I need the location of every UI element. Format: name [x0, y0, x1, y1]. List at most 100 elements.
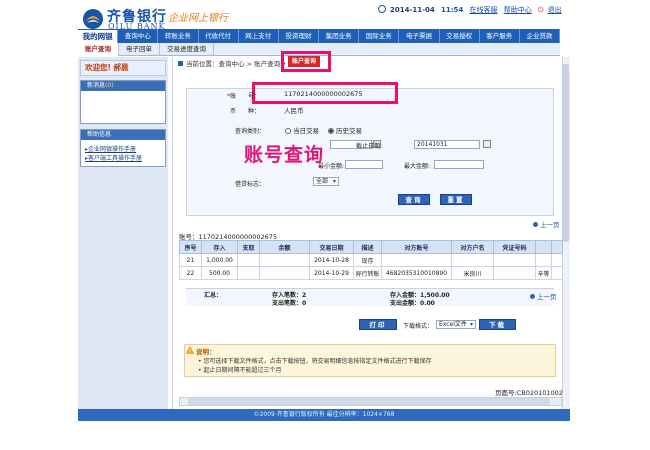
subnav-progress-query[interactable]: 交易进度查询 [160, 43, 214, 56]
download-button[interactable]: 下载 [479, 319, 516, 330]
account-label: *账 号： [226, 93, 260, 100]
radio-history-icon[interactable] [328, 128, 334, 134]
help-panel-header: 帮助信息 [81, 130, 165, 140]
horizontal-scroll-thumb[interactable] [188, 398, 550, 405]
cell-desc: 异行转账 [353, 266, 382, 280]
help-link-enterprise-manual[interactable]: 企业网银操作手册 [81, 145, 165, 154]
logout-icon[interactable]: ⏻ [538, 6, 544, 14]
nav-transfer[interactable]: 转账业务 [158, 29, 199, 43]
query-type-history[interactable]: 历史交易 [328, 125, 362, 135]
prev-page-link-top[interactable]: 上一页 [533, 219, 560, 229]
cell-seq: 21 [179, 253, 202, 267]
help-center-link[interactable]: 帮助中心 [504, 6, 532, 14]
transaction-table: 序号 存入 支取 余额 交易日期 描述 对方账号 对方户名 凭证号码 21 1,… [179, 240, 563, 280]
debit-credit-label: 借贷标志： [234, 181, 265, 188]
breadcrumb-text: 当前位置：查询中心 > 账户查询 ▾ [186, 60, 286, 68]
cell-balance [259, 253, 310, 267]
prev-page-icon [533, 222, 538, 227]
nav-query-center[interactable]: 查询中心 [118, 29, 159, 43]
col-header-extra-2 [551, 240, 563, 254]
cell-counter-account: 4682035310010890 [381, 266, 452, 280]
prev-page-icon [530, 294, 535, 299]
currency-value: 人民币 [284, 107, 304, 115]
cell-date: 2014-10-28 [309, 253, 354, 267]
news-title: 新消息 [87, 82, 106, 89]
prev-page-link-bottom[interactable]: 上一页 [530, 291, 557, 301]
main-nav: 我的网银 查询中心 转账业务 代收代付 网上支付 投资理财 集团业务 国际业务 … [78, 29, 561, 43]
footer: ©2009 齐鲁银行版权所有 最佳分辨率：1024×768 [78, 409, 570, 421]
radio-today-icon[interactable] [285, 128, 291, 134]
cell-withdraw [237, 266, 260, 280]
news-panel-header[interactable]: 新消息(0) [81, 81, 165, 91]
col-header-date: 交易日期 [309, 240, 354, 254]
withdraw-amount: 支出金额：0.00 [390, 300, 435, 307]
help-link-client-tool-manual[interactable]: 客户端工具操作手册 [81, 154, 165, 163]
breadcrumb-active-tab[interactable]: 账户查询 [288, 56, 321, 67]
col-header-withdraw: 支取 [237, 240, 260, 254]
current-date: 2014-11-04 [390, 6, 435, 14]
clock-icon [378, 5, 386, 13]
cell-counter-name: 米良川 [451, 266, 494, 280]
nav-collection-payment[interactable]: 代收代付 [199, 29, 239, 43]
logout-link[interactable]: 退出 [548, 6, 562, 14]
debit-credit-select[interactable]: 全部 [313, 177, 339, 186]
min-amount-input[interactable] [345, 160, 383, 169]
breadcrumb-marker-icon [178, 61, 183, 66]
welcome-message: 欢迎您! 郝晨 [80, 60, 166, 76]
note-title: 说明： [196, 348, 216, 356]
nav-e-bills[interactable]: 电子票据 [399, 29, 440, 43]
warning-icon [186, 346, 194, 354]
nav-online-payment[interactable]: 网上支付 [239, 29, 279, 43]
note-line-2: • 起止日期间隔不能超过三个月 [198, 367, 282, 374]
top-info-bar: 2014-11-04 11:54 在线客服 帮助中心 ⏻ 退出 [378, 5, 566, 15]
nav-enterprise-loan[interactable]: 企业贷款 [520, 29, 561, 43]
col-header-seq: 序号 [179, 240, 202, 254]
online-service-link[interactable]: 在线客服 [470, 6, 498, 14]
note-line-1: • 您可选择下载文件格式，点击下载按钮，将交易明细信息按指定文件格式进行下载保存 [198, 358, 432, 365]
cell-desc: 现存 [353, 253, 382, 267]
cell-withdraw [237, 253, 260, 267]
end-date-calendar-icon[interactable] [483, 140, 491, 148]
end-date-input[interactable]: 20141031 [414, 140, 480, 149]
col-header-extra-1 [535, 240, 552, 254]
subnav-e-receipt[interactable]: 电子回单 [119, 43, 160, 56]
col-header-voucher: 凭证号码 [493, 240, 536, 254]
nav-customer-service[interactable]: 客户服务 [480, 29, 520, 43]
col-header-counter-account: 对方账号 [381, 240, 452, 254]
cell-extra-1 [535, 253, 552, 267]
nav-authorization[interactable]: 交易授权 [440, 29, 480, 43]
cell-extra-2 [551, 266, 563, 280]
news-count: (0) [105, 82, 114, 89]
cell-balance [259, 266, 310, 280]
nav-investment[interactable]: 投资理财 [279, 29, 320, 43]
reset-button[interactable]: 重置 [440, 194, 472, 205]
max-amount-input[interactable] [434, 160, 484, 169]
cell-voucher [493, 253, 536, 267]
cell-deposit: 500.00 [201, 266, 238, 280]
query-button[interactable]: 查询 [398, 194, 430, 205]
table-row: 22 500.00 2014-10-29 异行转账 46820353100108… [179, 266, 563, 280]
print-button[interactable]: 打印 [359, 319, 397, 330]
bank-logo-icon [83, 9, 103, 29]
table-header-row: 序号 存入 支取 余额 交易日期 描述 对方账号 对方户名 凭证号码 [179, 240, 563, 254]
breadcrumb: 当前位置：查询中心 > 账户查询 ▾ [178, 58, 285, 68]
overlay-title: 账号查询 [244, 144, 325, 166]
subnav-account-query[interactable]: 账户查询 [78, 43, 119, 56]
help-panel: 帮助信息 企业网银操作手册 客户端工具操作手册 [80, 129, 166, 167]
service-name: 企业网上银行 [168, 13, 228, 24]
news-panel: 新消息(0) [80, 80, 166, 124]
col-header-counter-name: 对方户名 [451, 240, 494, 254]
end-date-label: 截止日期: [355, 143, 382, 150]
query-type-label: 查询类别： [234, 128, 265, 135]
currency-label: 币 种： [229, 108, 260, 115]
cell-counter-account [381, 253, 452, 267]
vertical-scroll-thumb[interactable] [563, 64, 569, 242]
download-format-select[interactable]: Excel文件 [436, 320, 476, 329]
nav-international[interactable]: 国际业务 [359, 29, 400, 43]
summary-label: 汇总： [204, 292, 223, 299]
nav-group-business[interactable]: 集团业务 [319, 29, 360, 43]
nav-my-bank[interactable]: 我的网银 [78, 29, 119, 43]
account-number: 1170214000000002675 [284, 90, 363, 98]
withdraw-count: 支出笔数：0 [272, 300, 307, 307]
query-type-today[interactable]: 当日交易 [285, 125, 319, 135]
